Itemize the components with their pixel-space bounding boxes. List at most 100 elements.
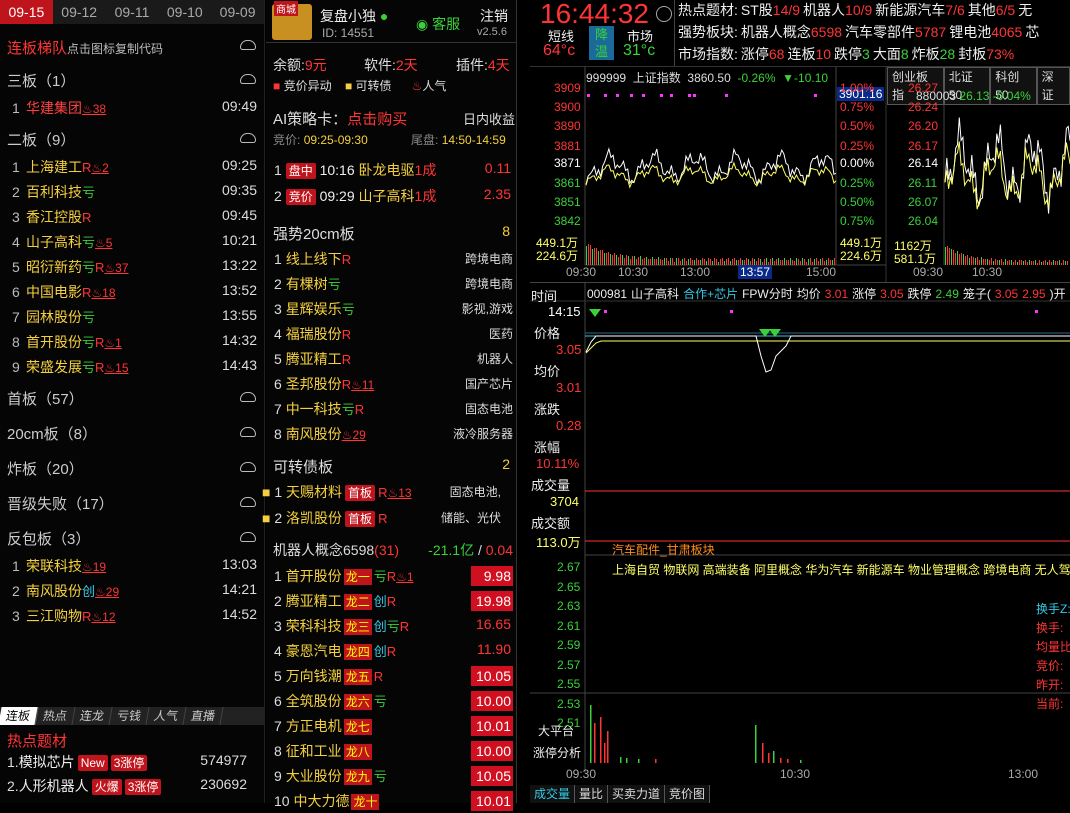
indicator-tab[interactable]: 量比: [575, 785, 609, 803]
list-item[interactable]: 1 上海建工R♨2 09:25: [12, 157, 257, 179]
stock-name[interactable]: 香江控股: [26, 209, 82, 225]
stock-name[interactable]: 三江购物: [26, 608, 82, 624]
indicator-tab[interactable]: 竞价图: [665, 785, 711, 803]
stock-name[interactable]: 中国电影: [26, 284, 82, 300]
stock-name[interactable]: 百利科技: [26, 184, 82, 200]
list-item[interactable]: 3 荣科科技 龙三 创亏R 16.65: [274, 616, 517, 638]
cloud-icon[interactable]: [240, 427, 256, 437]
stock-name[interactable]: 上海建工: [26, 159, 82, 175]
list-item[interactable]: 10 中大力德 龙十 10.01: [274, 791, 517, 813]
list-item[interactable]: 3 星辉娱乐亏 影视,游戏: [274, 299, 517, 321]
buy-link[interactable]: 点击购买: [347, 111, 407, 128]
list-item[interactable]: 2 腾亚精工 龙二 创R 19.98: [274, 591, 517, 613]
index-tab[interactable]: 深证: [1036, 67, 1070, 105]
cloud-icon[interactable]: [240, 392, 256, 402]
service-button[interactable]: ◉ 客服: [416, 14, 460, 34]
stock-name[interactable]: 荣联科技: [26, 558, 82, 574]
stock-name[interactable]: 福瑞股份: [286, 326, 342, 342]
section-header[interactable]: 炸板（20）: [7, 458, 84, 479]
list-item[interactable]: 1 首开股份 龙一 亏R♨1 9.98: [274, 566, 517, 588]
stock-name[interactable]: 山子高科: [359, 188, 415, 204]
tab-0[interactable]: 连板: [0, 707, 39, 725]
cloud-icon[interactable]: [240, 74, 256, 84]
list-item[interactable]: 5 腾亚精工R 机器人: [274, 349, 517, 371]
stock-name[interactable]: 天赐材料: [286, 484, 342, 500]
section-header[interactable]: 三板（1）: [7, 70, 75, 91]
list-item[interactable]: 7 方正电机 龙七 10.01: [274, 716, 517, 738]
list-item[interactable]: 2 百利科技亏 09:35: [12, 182, 257, 204]
list-item[interactable]: ■ 2 洛凯股份 首板 R 储能、光伏: [262, 508, 505, 530]
list-item[interactable]: 1 线上线下R 跨境电商: [274, 249, 517, 271]
stock-name[interactable]: 星辉娱乐: [286, 301, 342, 317]
stock-name[interactable]: 首开股份: [286, 568, 342, 584]
tab-2[interactable]: 连龙: [72, 707, 113, 725]
stock-name[interactable]: 万向钱潮: [286, 668, 342, 684]
list-item[interactable]: 4 豪恩汽电 龙四 创R 11.90: [274, 641, 517, 663]
list-item[interactable]: 6 中国电影R♨18 13:52: [12, 282, 257, 304]
stock-name[interactable]: 昭衍新药: [26, 259, 82, 275]
stock-name[interactable]: 首开股份: [26, 334, 82, 350]
stock-name[interactable]: 南风股份: [26, 583, 82, 599]
cloud-icon[interactable]: [240, 133, 256, 143]
stock-name[interactable]: 中大力德: [293, 793, 349, 809]
list-item[interactable]: 8 征和工业 龙八 10.00: [274, 741, 517, 763]
avatar[interactable]: 商城: [272, 1, 312, 40]
tab-4[interactable]: 人气: [146, 707, 187, 725]
stock-name[interactable]: 南风股份: [286, 426, 342, 442]
stock-name[interactable]: 荣科科技: [286, 618, 342, 634]
list-item[interactable]: 6 圣邦股份R♨11 国产芯片: [274, 374, 517, 396]
indicator-tab[interactable]: 买卖力道: [608, 785, 666, 803]
date-tab[interactable]: 09-09: [211, 0, 264, 24]
list-item[interactable]: 1 荣联科技♨19 13:03: [12, 556, 257, 578]
tab-3[interactable]: 亏钱: [109, 707, 150, 725]
stock-name[interactable]: 华建集团: [26, 100, 82, 116]
cloud-icon[interactable]: [240, 40, 256, 50]
cloud-icon[interactable]: [240, 497, 256, 507]
stock-name[interactable]: 山子高科: [26, 234, 82, 250]
list-item[interactable]: 4 山子高科亏♨5 10:21: [12, 232, 257, 254]
list-item[interactable]: 8 首开股份亏R♨1 14:32: [12, 332, 257, 354]
stock-name[interactable]: 腾亚精工: [286, 351, 342, 367]
tab-1[interactable]: 热点: [35, 707, 76, 725]
indicator-tab[interactable]: 成交量: [530, 785, 576, 803]
list-item[interactable]: 2 有棵树亏 跨境电商: [274, 274, 517, 296]
ai-row[interactable]: 1 盘中 10:16 卧龙电驱1成 0.11: [274, 160, 517, 182]
list-item[interactable]: 9 荣盛发展亏R♨15 14:43: [12, 357, 257, 379]
hot-row[interactable]: 1.模拟芯片 New 3涨停 574977: [7, 752, 247, 774]
stock-name[interactable]: 洛凯股份: [286, 510, 342, 526]
stock-name[interactable]: 中一科技: [286, 401, 342, 417]
stock-name[interactable]: 荣盛发展: [26, 359, 82, 375]
date-tab[interactable]: 09-12: [53, 0, 106, 24]
section-header[interactable]: 首板（57）: [7, 388, 84, 409]
cloud-icon[interactable]: [240, 462, 256, 472]
tab-5[interactable]: 直播: [183, 707, 224, 725]
topic-name[interactable]: 模拟芯片: [19, 754, 75, 770]
section-header[interactable]: 二板（9）: [7, 129, 75, 150]
list-item[interactable]: 7 中一科技亏R 固态电池: [274, 399, 517, 421]
cloud-icon[interactable]: [240, 532, 256, 542]
stock-name[interactable]: 方正电机: [286, 718, 342, 734]
stock-name[interactable]: 豪恩汽电: [286, 643, 342, 659]
topic-name[interactable]: 人形机器人: [19, 778, 89, 794]
list-item[interactable]: 5 万向钱潮 龙五 R 10.05: [274, 666, 517, 688]
ai-row[interactable]: 2 竞价 09:29 山子高科1成 2.35: [274, 186, 517, 208]
list-item[interactable]: 3 三江购物R♨12 14:52: [12, 606, 257, 628]
logout-button[interactable]: 注销: [480, 6, 508, 26]
list-item[interactable]: 8 南风股份♨29 液冷服务器: [274, 424, 517, 446]
date-tab[interactable]: 09-10: [158, 0, 211, 24]
limit-analysis-button[interactable]: 涨停分析: [533, 744, 581, 761]
stock-name[interactable]: 园林股份: [26, 309, 82, 325]
list-item[interactable]: 3 香江控股R 09:45: [12, 207, 257, 229]
section-header[interactable]: 反包板（3）: [7, 528, 90, 549]
stock-name[interactable]: 腾亚精工: [286, 593, 342, 609]
section-header[interactable]: 20cm板（8）: [7, 423, 97, 444]
hot-row[interactable]: 2.人形机器人 火爆 3涨停 230692: [7, 776, 247, 798]
stock-name[interactable]: 大业股份: [286, 768, 342, 784]
stock-name[interactable]: 卧龙电驱: [359, 162, 415, 178]
list-item[interactable]: 9 大业股份 龙九亏 10.05: [274, 766, 517, 788]
list-item[interactable]: 2 南风股份创♨29 14:21: [12, 581, 257, 603]
gear-icon[interactable]: [656, 6, 672, 22]
stock-name[interactable]: 有棵树: [286, 276, 328, 292]
stock-name[interactable]: 征和工业: [286, 743, 342, 759]
list-item[interactable]: 4 福瑞股份R 医药: [274, 324, 517, 346]
